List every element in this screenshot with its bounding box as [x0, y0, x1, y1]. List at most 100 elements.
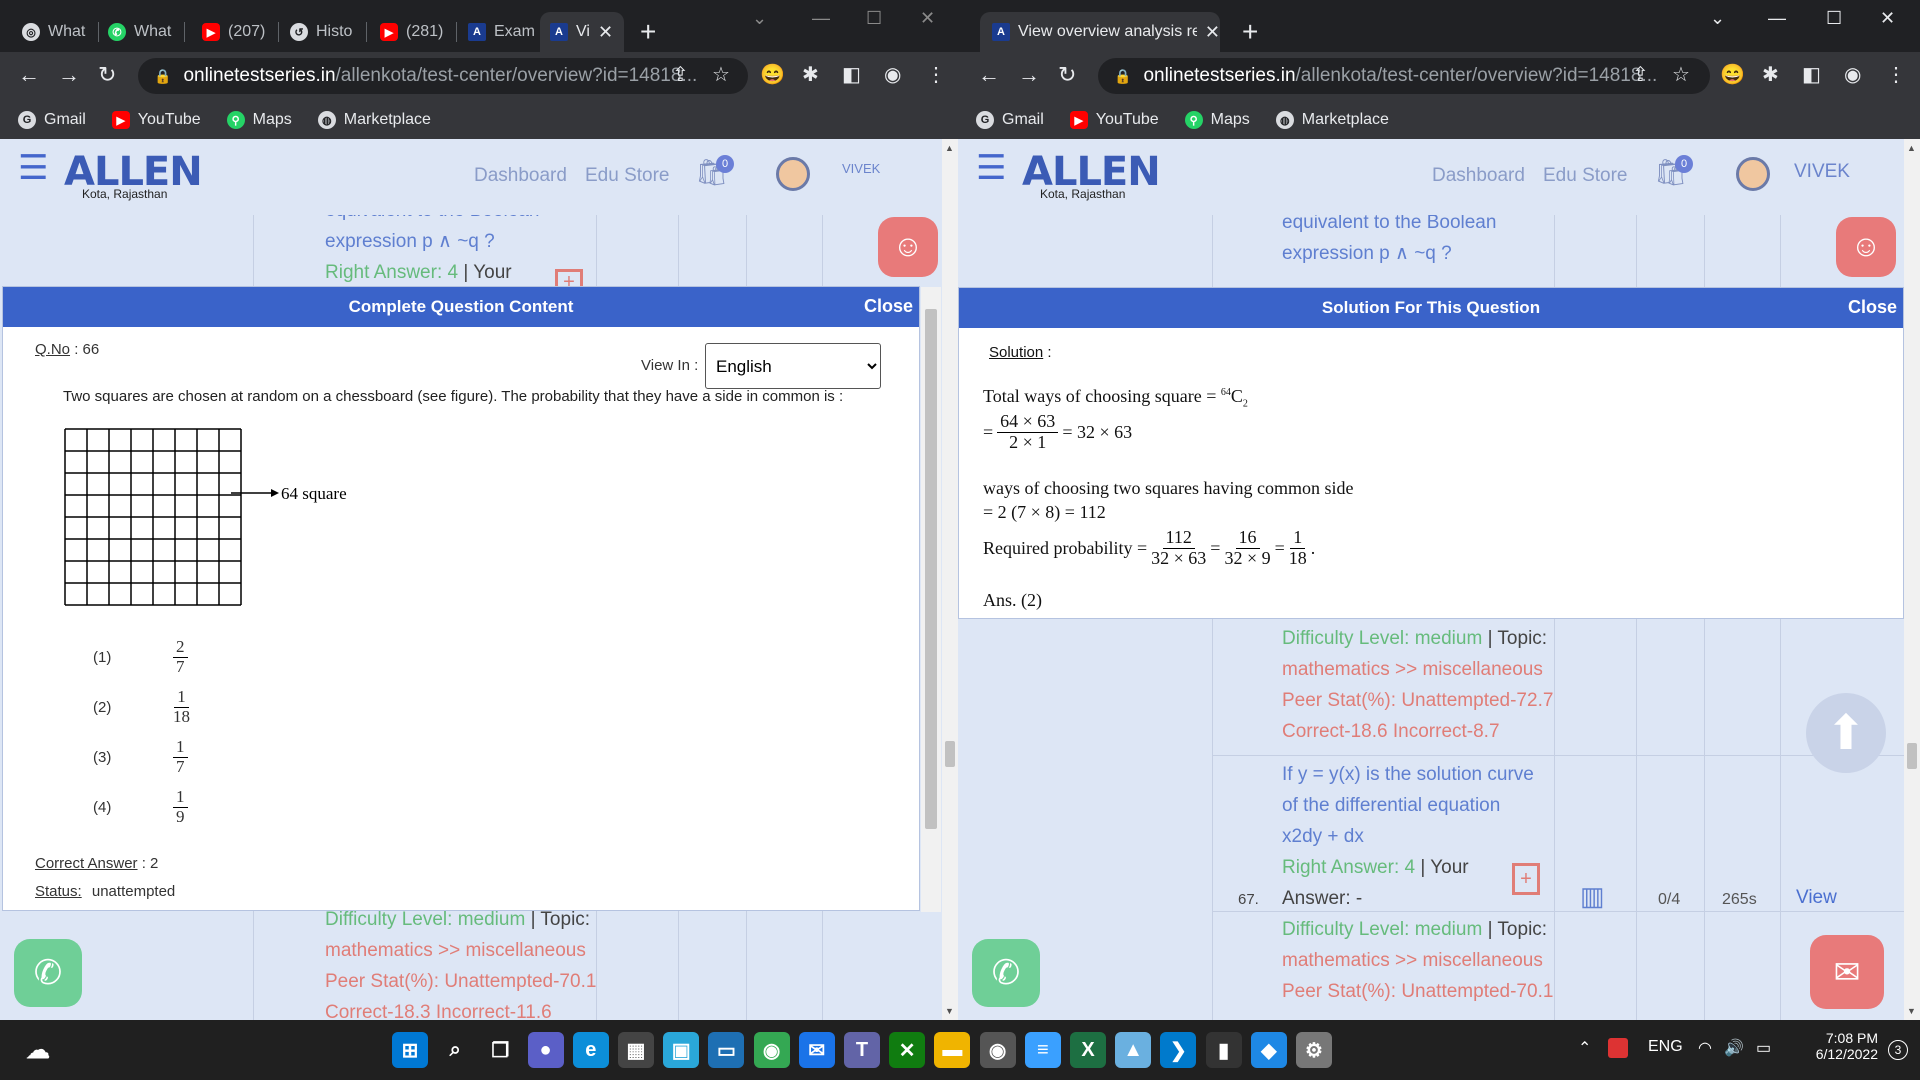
maximize-icon[interactable]: ☐	[866, 8, 882, 29]
tab-6[interactable]: A Vi ✕	[540, 12, 624, 52]
photos-icon[interactable]: ▣	[663, 1032, 700, 1068]
share-icon[interactable]: ⇪	[1632, 62, 1649, 87]
xbox-icon[interactable]: ✕	[889, 1032, 926, 1068]
reload-icon[interactable]: ↻	[98, 62, 116, 88]
bookmark-maps[interactable]: ⚲ Maps	[226, 111, 292, 129]
tab-search-icon[interactable]: ⌄	[752, 8, 767, 29]
tab-close-icon[interactable]: ✕	[1205, 22, 1220, 43]
profile-icon[interactable]: ◉	[1844, 62, 1861, 87]
forward-icon[interactable]: →	[58, 62, 80, 88]
minimize-icon[interactable]: —	[812, 8, 830, 29]
tab-5[interactable]: A Exam	[458, 12, 540, 52]
close-button[interactable]: Close	[864, 296, 913, 317]
mail-icon[interactable]: ✉	[798, 1032, 835, 1068]
wifi-icon[interactable]: ◠	[1698, 1038, 1712, 1058]
book-icon[interactable]: ▥	[1580, 881, 1605, 912]
teams-chat-icon[interactable]: ●	[527, 1032, 564, 1068]
nav-edu-store[interactable]: Edu Store	[585, 165, 670, 187]
bookmark-youtube[interactable]: ▶ YouTube	[1069, 111, 1159, 129]
page-scrollbar[interactable]: ▲ ▼	[942, 139, 958, 1020]
page-scrollbar[interactable]: ▲ ▼	[1904, 139, 1920, 1020]
modal-scrollbar-thumb[interactable]	[925, 309, 937, 829]
close-window-icon[interactable]: ✕	[1880, 8, 1895, 29]
chat-bubble-icon[interactable]: ✉	[1810, 935, 1884, 1009]
store-icon[interactable]: ▦	[618, 1032, 654, 1068]
bookmark-marketplace[interactable]: ◍ Marketplace	[1275, 111, 1389, 129]
vscode-icon[interactable]: ❯	[1160, 1032, 1197, 1068]
terminal-icon[interactable]: ▮	[1205, 1032, 1242, 1068]
bookmark-star-icon[interactable]: ☆	[712, 62, 730, 87]
hamburger-menu-icon[interactable]: ☰	[18, 151, 48, 185]
support-agent-icon[interactable]: ☺	[878, 217, 938, 277]
tab-search-icon[interactable]: ⌄	[1710, 8, 1725, 29]
menu-kebab-icon[interactable]: ⋮	[926, 62, 946, 87]
bookmark-marketplace[interactable]: ◍ Marketplace	[317, 111, 431, 129]
tab-0[interactable]: ◎ What	[12, 12, 94, 52]
modal-scrollbar[interactable]	[921, 287, 941, 912]
bookmark-youtube[interactable]: ▶ YouTube	[111, 111, 201, 129]
side-panel-icon[interactable]: ◧	[842, 62, 861, 87]
extension-emoji-icon[interactable]: 😄	[760, 62, 785, 87]
bookmark-gmail[interactable]: G Gmail	[18, 111, 86, 129]
support-agent-icon[interactable]: ☺	[1836, 217, 1896, 277]
scroll-up-icon[interactable]: ▲	[1907, 143, 1916, 153]
paint-icon[interactable]: ◆	[1250, 1032, 1287, 1068]
nav-edu-store[interactable]: Edu Store	[1543, 165, 1628, 187]
tab-active[interactable]: A View overview analysis report of ✕	[980, 12, 1220, 52]
weather-icon[interactable]: ☁	[20, 1032, 56, 1068]
profile-icon[interactable]: ◉	[884, 62, 901, 87]
task-view-icon[interactable]: ❐	[482, 1032, 518, 1068]
display-icon[interactable]: ▭	[708, 1032, 745, 1068]
username[interactable]: VIVEK	[1794, 161, 1850, 183]
clock[interactable]: 7:08 PM 6/12/2022	[1800, 1030, 1878, 1062]
address-bar[interactable]: 🔒 onlinetestseries.in/allenkota/test-cen…	[1098, 58, 1710, 94]
settings-icon[interactable]: ⚙	[1296, 1032, 1332, 1068]
address-bar[interactable]: 🔒 onlinetestseries.in/allenkota/test-cen…	[138, 58, 748, 94]
file-explorer-icon[interactable]: ▬	[934, 1032, 971, 1068]
bookmark-gmail[interactable]: G Gmail	[976, 111, 1044, 129]
bookmark-question-icon[interactable]: +	[1512, 863, 1540, 895]
username[interactable]: VIVEK	[842, 161, 880, 176]
menu-kebab-icon[interactable]: ⋮	[1886, 62, 1906, 87]
excel-icon[interactable]: X	[1070, 1032, 1106, 1068]
tab-1[interactable]: ✆ What	[98, 12, 180, 52]
teams-icon[interactable]: T	[844, 1032, 880, 1068]
new-tab-button[interactable]: +	[1242, 16, 1258, 48]
scroll-down-icon[interactable]: ▼	[945, 1006, 954, 1016]
tab-4[interactable]: ▶ (281)	[370, 12, 452, 52]
row-67-question[interactable]: If y = y(x) is the solution curve of the…	[1282, 759, 1534, 914]
scroll-down-icon[interactable]: ▼	[1907, 1006, 1916, 1016]
whatsapp-chat-icon[interactable]: ✆	[14, 939, 82, 1007]
forward-icon[interactable]: →	[1018, 62, 1040, 88]
tab-2[interactable]: ▶ (207)	[192, 12, 274, 52]
tray-chevron-icon[interactable]: ⌃	[1578, 1038, 1591, 1058]
camera-icon[interactable]: ◉	[979, 1032, 1016, 1068]
edge-icon[interactable]: e	[572, 1032, 609, 1068]
avatar[interactable]	[1736, 157, 1770, 191]
battery-icon[interactable]: ▭	[1756, 1038, 1771, 1058]
bookmark-star-icon[interactable]: ☆	[1672, 62, 1690, 87]
hamburger-menu-icon[interactable]: ☰	[976, 151, 1006, 185]
whatsapp-chat-icon[interactable]: ✆	[972, 939, 1040, 1007]
side-panel-icon[interactable]: ◧	[1802, 62, 1821, 87]
back-icon[interactable]: ←	[18, 62, 40, 88]
avatar[interactable]	[776, 157, 810, 191]
search-icon[interactable]: ⌕	[437, 1032, 473, 1068]
page-scrollbar-thumb[interactable]	[945, 741, 955, 767]
nav-dashboard[interactable]: Dashboard	[1432, 165, 1525, 187]
extension-emoji-icon[interactable]: 😄	[1720, 62, 1745, 87]
share-icon[interactable]: ⇪	[672, 62, 689, 87]
close-button[interactable]: Close	[1848, 297, 1897, 318]
reload-icon[interactable]: ↻	[1058, 62, 1076, 88]
extensions-puzzle-icon[interactable]: ✱	[1762, 62, 1779, 87]
language-indicator[interactable]: ENG	[1648, 1038, 1683, 1056]
new-tab-button[interactable]: +	[640, 16, 656, 48]
volume-icon[interactable]: 🔊	[1724, 1038, 1744, 1058]
notification-badge[interactable]: 3	[1888, 1040, 1908, 1060]
antivirus-icon[interactable]	[1608, 1038, 1628, 1058]
back-icon[interactable]: ←	[978, 62, 1000, 88]
minimize-icon[interactable]: —	[1768, 8, 1786, 29]
photos-app-icon[interactable]: ▲	[1115, 1032, 1152, 1068]
maximize-icon[interactable]: ☐	[1826, 8, 1842, 29]
nav-dashboard[interactable]: Dashboard	[474, 165, 567, 187]
